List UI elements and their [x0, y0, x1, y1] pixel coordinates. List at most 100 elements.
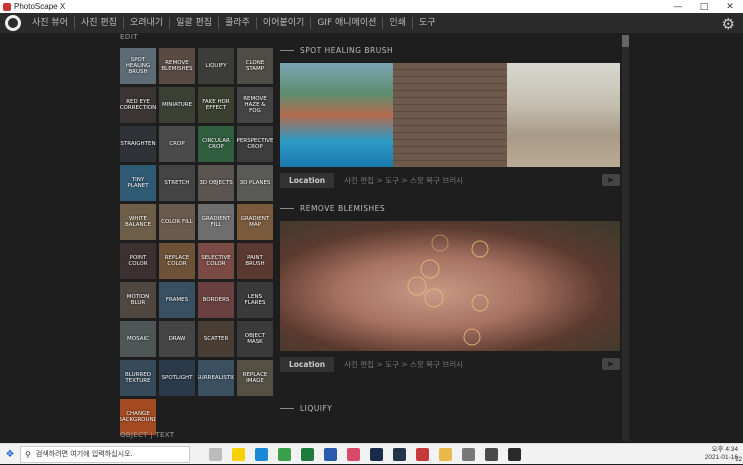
play-icon[interactable]: ▶ [602, 358, 620, 370]
example-image-pool [280, 63, 394, 167]
menu-item[interactable]: 사진 편집 [73, 17, 123, 29]
play-icon[interactable]: ▶ [602, 174, 620, 186]
tool-tile[interactable]: POINT COLOR [120, 243, 156, 279]
location-button[interactable]: Location [280, 356, 335, 372]
tool-tile[interactable]: LIQUIFY [198, 48, 234, 84]
scrollbar[interactable] [622, 35, 629, 441]
tool-tile[interactable]: FRAMES [159, 282, 195, 318]
tool-tile[interactable]: 3D PLANES [237, 165, 273, 201]
tool-label: 3D PLANES [239, 179, 271, 186]
tool-tile[interactable]: PAINT BRUSH [237, 243, 273, 279]
search-placeholder: 검색하려면 여기에 입력하십시오. [35, 450, 133, 458]
tool-label: STRAIGHTEN [120, 140, 156, 147]
menu-item[interactable]: GIF 애니메이션 [310, 17, 382, 29]
photoscape-icon[interactable] [347, 447, 360, 461]
tool-tile[interactable]: CHANGE BACKGROUND [120, 399, 156, 435]
tool-tile[interactable]: WHITE BALANCE [120, 204, 156, 240]
tool-tile[interactable]: 3D OBJECTS [198, 165, 234, 201]
tool-label: WHITE BALANCE [125, 215, 151, 228]
scrollbar-thumb[interactable] [622, 35, 629, 47]
menu-item[interactable]: 도구 [411, 17, 442, 29]
task-view-icon[interactable] [209, 447, 222, 461]
menu-item[interactable]: 인쇄 [382, 17, 412, 29]
tool-tile[interactable]: GRADIENT MAP [237, 204, 273, 240]
tray-date: 2021-01-16 [704, 454, 738, 461]
start-menu-icon[interactable]: ❖ [0, 444, 20, 465]
chrome-icon[interactable] [278, 447, 291, 461]
tool-tile[interactable]: MOSAIC [120, 321, 156, 357]
tool-tile[interactable]: MINIATURE [159, 87, 195, 123]
menu-item[interactable]: 콜라주 [218, 17, 256, 29]
header-dash [280, 207, 294, 209]
kakaotalk-icon[interactable] [232, 447, 245, 461]
menu-item[interactable]: 오려내기 [122, 17, 169, 29]
section-footer: Location 사진 편집 > 도구 > 스팟 복구 브러시 ▶ [280, 353, 620, 375]
tool-label: CROP [169, 140, 185, 147]
tool-tile[interactable]: DRAW [159, 321, 195, 357]
gear-icon[interactable]: ⚙ [722, 15, 735, 33]
maximize-icon[interactable]: □ [691, 2, 717, 12]
tool-label: STRETCH [164, 179, 190, 186]
settings-icon[interactable] [462, 447, 475, 461]
photoshop-icon[interactable] [370, 447, 383, 461]
tool-label: COLOR FILL [161, 218, 193, 225]
tool-tile[interactable]: REPLACE IMAGE [237, 360, 273, 396]
tool-tile[interactable]: BORDERS [198, 282, 234, 318]
tool-tile[interactable]: SPOT HEALING BRUSH [120, 48, 156, 84]
tool-label: SPOT HEALING BRUSH [125, 56, 151, 76]
taskbar-search[interactable]: ⚲ 검색하려면 여기에 입력하십시오. [20, 445, 190, 463]
menu-item[interactable]: 사진 뷰어 [26, 17, 74, 29]
tool-tile[interactable]: OBJECT MASK [237, 321, 273, 357]
tool-tile[interactable]: TINY PLANET [120, 165, 156, 201]
windows-taskbar: ❖ ⚲ 검색하려면 여기에 입력하십시오. 오후 4:34 2021-01-16… [0, 443, 743, 464]
app-icon-last[interactable] [508, 447, 521, 461]
object-text-label[interactable]: OBJECT | TEXT [120, 431, 174, 439]
notification-badge[interactable]: 22 [735, 457, 742, 463]
tool-tile[interactable]: CLONE STAMP [237, 48, 273, 84]
tool-label: FRAMES [165, 296, 189, 303]
edge-icon[interactable] [255, 447, 268, 461]
tool-tile[interactable]: CIRCULAR CROP [198, 126, 234, 162]
tool-tile[interactable]: GRADIENT FILL [198, 204, 234, 240]
menu-bar: 사진 뷰어 사진 편집 오려내기 일괄 편집 콜라주 이어붙이기 GIF 애니메이션 인쇄 도구… [0, 13, 743, 33]
tool-label: SURREALISTIC [198, 374, 234, 381]
section-title: SPOT HEALING BRUSH [300, 45, 394, 55]
app-logo-icon[interactable] [5, 15, 21, 31]
excel-icon[interactable] [301, 447, 314, 461]
tool-tile[interactable]: RED EYE CORRECTION [120, 87, 156, 123]
explorer-icon[interactable] [439, 447, 452, 461]
tool-tile[interactable]: SELECTIVE COLOR [198, 243, 234, 279]
tool-tile[interactable]: PERSPECTIVE CROP [237, 126, 273, 162]
tool-label: REPLACE IMAGE [242, 371, 268, 384]
lightroom-icon[interactable] [393, 447, 406, 461]
example-image-portrait [280, 221, 620, 351]
tool-tile[interactable]: REMOVE HAZE & FOG [237, 87, 273, 123]
tool-label: LIQUIFY [205, 62, 227, 69]
tool-tile[interactable]: STRAIGHTEN [120, 126, 156, 162]
location-button[interactable]: Location [280, 172, 335, 188]
menu-item[interactable]: 일괄 편집 [169, 17, 218, 29]
tool-label: GRADIENT FILL [201, 215, 231, 228]
menu-item[interactable]: 이어붙이기 [255, 17, 310, 29]
tool-tile[interactable]: SCATTER [198, 321, 234, 357]
tool-tile[interactable]: COLOR FILL [159, 204, 195, 240]
tool-tile[interactable]: MOTION BLUR [120, 282, 156, 318]
tool-tile[interactable]: CROP [159, 126, 195, 162]
tool-tile[interactable]: SURREALISTIC [198, 360, 234, 396]
tool-tile[interactable]: REPLACE COLOR [159, 243, 195, 279]
tool-tile[interactable]: LENS FLARES [237, 282, 273, 318]
tool-label: CIRCULAR CROP [202, 137, 230, 150]
close-icon[interactable]: ✕ [717, 2, 743, 12]
tool-tile[interactable]: REMOVE BLEMISHES [159, 48, 195, 84]
store-icon[interactable] [485, 447, 498, 461]
tool-label: MOSAIC [127, 335, 149, 342]
section-header: SPOT HEALING BRUSH [280, 43, 620, 57]
tool-tile[interactable]: STRETCH [159, 165, 195, 201]
tool-tile[interactable]: SPOTLIGHT [159, 360, 195, 396]
tool-tile[interactable]: FAKE HDR EFFECT [198, 87, 234, 123]
viewer-icon[interactable] [416, 447, 429, 461]
tool-tile[interactable]: BLURRED TEXTURE [120, 360, 156, 396]
menu-list: 사진 뷰어 사진 편집 오려내기 일괄 편집 콜라주 이어붙이기 GIF 애니메이션 인쇄 도구 [26, 13, 442, 33]
word-icon[interactable] [324, 447, 337, 461]
minimize-icon[interactable]: — [665, 2, 691, 12]
